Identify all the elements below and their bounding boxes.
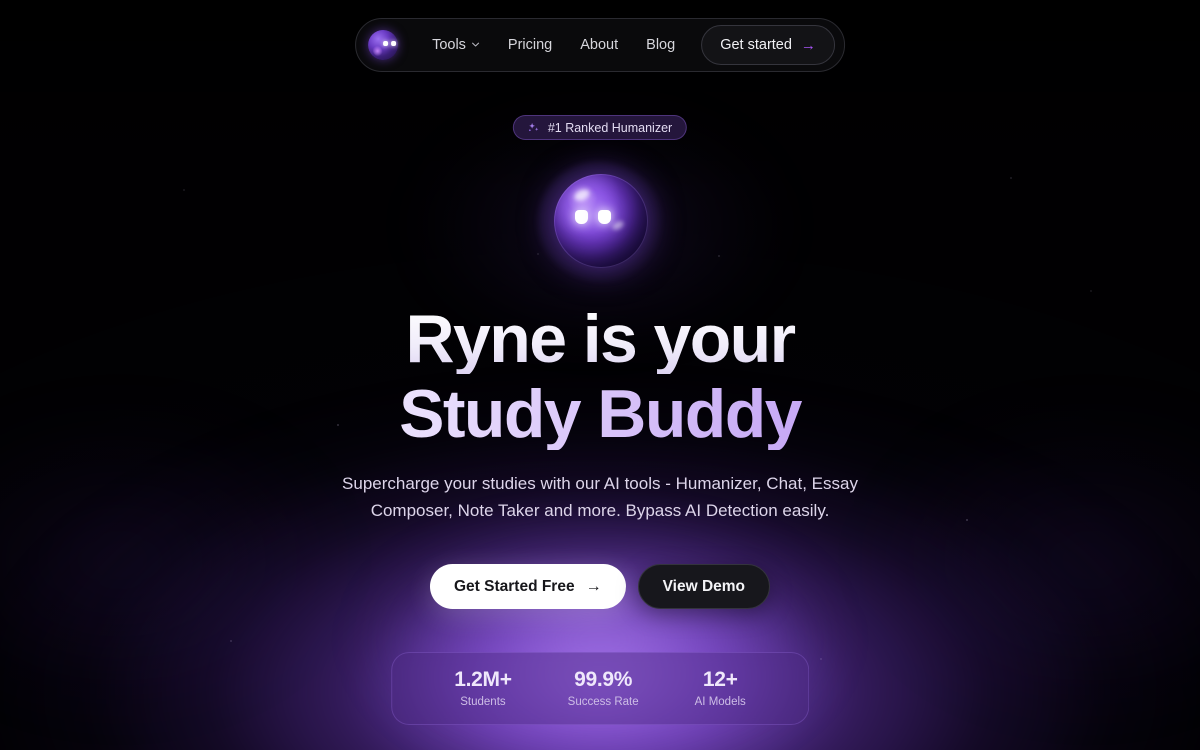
nav-item-pricing[interactable]: Pricing <box>494 29 566 61</box>
navbar: Tools Pricing About Blog Get started → <box>355 18 845 72</box>
chevron-down-icon <box>471 40 480 49</box>
headline-line-1: Ryne is your <box>0 304 1200 374</box>
orb-mascot-icon <box>368 30 399 60</box>
arrow-right-icon: → <box>800 36 816 54</box>
orb-eye-left <box>575 210 588 224</box>
nav-item-label: Blog <box>646 37 676 53</box>
stat-label: AI Models <box>694 696 746 709</box>
get-started-label: Get started <box>720 37 792 53</box>
stat-value: 12+ <box>702 668 738 691</box>
view-demo-label: View Demo <box>662 577 746 595</box>
stats-bar: 1.2M+ Students 99.9% Success Rate 12+ AI… <box>391 652 809 726</box>
arrow-right-icon: → <box>585 577 602 595</box>
hero-cta-row: Get Started Free → View Demo <box>429 564 771 609</box>
headline-line-2: Study Buddy <box>0 379 1200 449</box>
nav-item-label: Tools <box>432 37 466 53</box>
get-started-free-label: Get Started Free <box>453 577 575 595</box>
orb-mascot-icon <box>554 174 648 268</box>
nav-item-blog[interactable]: Blog <box>632 29 689 61</box>
get-started-button[interactable]: Get started → <box>701 25 835 65</box>
hero-subtitle: Supercharge your studies with our AI too… <box>342 474 858 521</box>
landing-page: Tools Pricing About Blog Get started → #… <box>0 0 1200 750</box>
orb-eye-left <box>383 41 389 46</box>
hero-headline: Ryne is your Study Buddy <box>0 304 1200 450</box>
orb-eye-right <box>391 41 397 46</box>
ranked-badge[interactable]: #1 Ranked Humanizer <box>512 115 688 140</box>
brand-logo[interactable] <box>366 28 400 62</box>
stat-value: 1.2M+ <box>454 668 512 691</box>
ranked-badge-label: #1 Ranked Humanizer <box>547 120 673 135</box>
sparkles-icon <box>528 122 540 134</box>
view-demo-button[interactable]: View Demo <box>637 564 771 609</box>
stat-value: 99.9% <box>574 668 633 691</box>
stat-item: 12+ AI Models <box>667 668 774 708</box>
nav-item-label: Pricing <box>507 37 553 53</box>
stat-label: Students <box>460 696 506 709</box>
orb-shine <box>370 43 385 59</box>
orb-eye-right <box>598 210 611 224</box>
stat-item: 99.9% Success Rate <box>540 668 667 708</box>
stat-label: Success Rate <box>567 696 639 709</box>
hero-section: #1 Ranked Humanizer Ryne is your Study B… <box>0 0 1200 750</box>
nav-item-tools[interactable]: Tools <box>418 29 494 61</box>
nav-item-label: About <box>580 37 619 53</box>
stat-item: 1.2M+ Students <box>426 668 539 708</box>
get-started-free-button[interactable]: Get Started Free → <box>429 564 626 609</box>
hero-mascot <box>538 162 662 282</box>
nav-item-about[interactable]: About <box>566 29 632 61</box>
